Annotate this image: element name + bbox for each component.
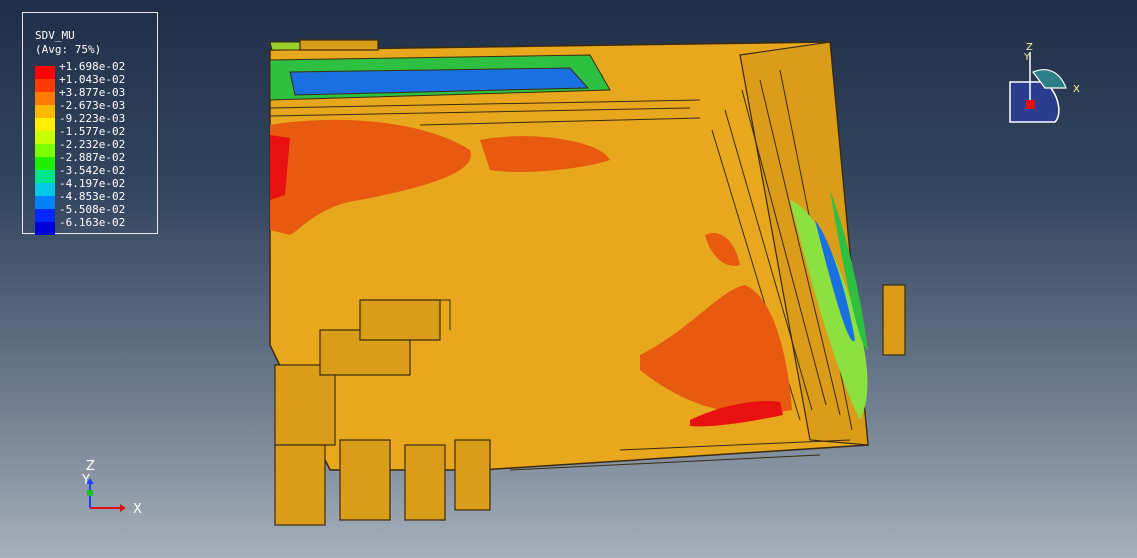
view-cube[interactable]: Z Y X [1009, 42, 1080, 123]
triad-x-label: X [133, 502, 142, 517]
fe-model[interactable] [269, 39, 906, 526]
coordinate-triad: X Z Y [81, 459, 142, 517]
viewport[interactable]: Z Y X X Z Y [0, 0, 1137, 558]
triad-y-label: Y [81, 473, 90, 488]
view-cube-x-label: X [1073, 84, 1080, 95]
view-cube-y-label: Y [1023, 52, 1031, 63]
view-cube-origin [1026, 100, 1035, 109]
triad-z-label: Z [86, 459, 95, 474]
